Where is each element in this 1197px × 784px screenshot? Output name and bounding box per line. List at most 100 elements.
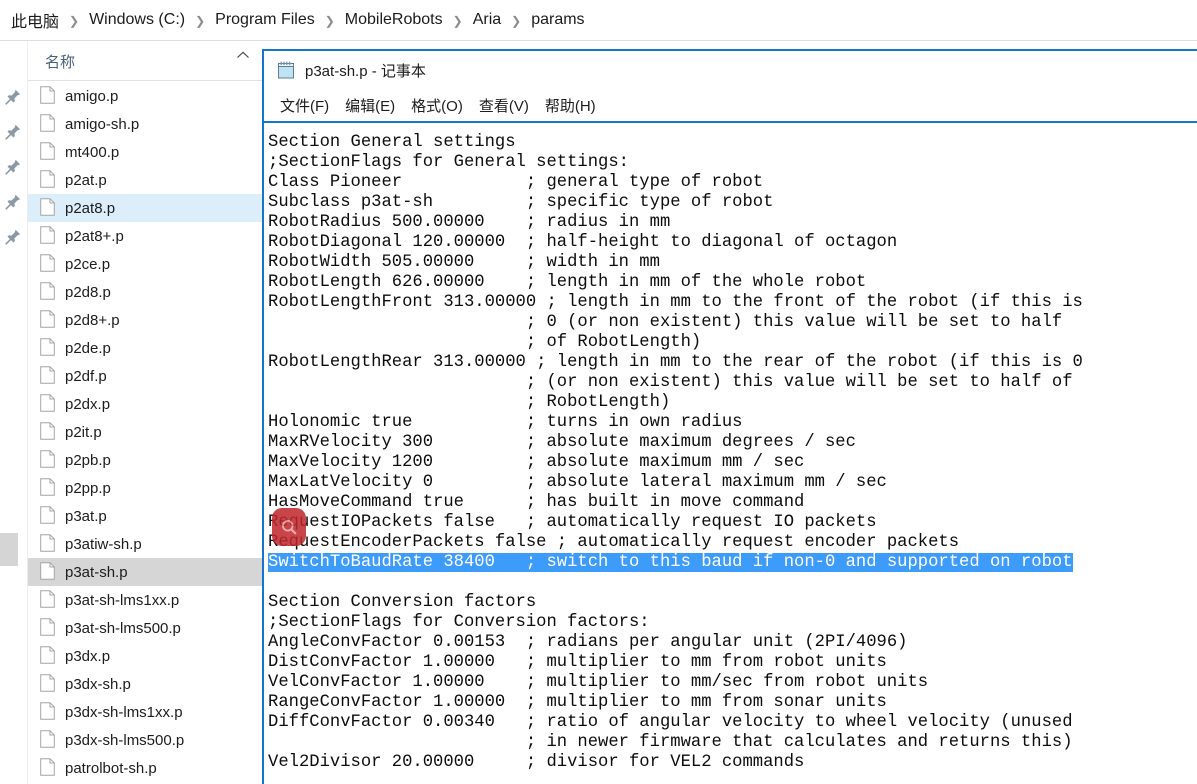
file-name-label: p3dx-sh-lms1xx.p <box>65 703 183 721</box>
file-icon <box>40 198 55 216</box>
menu-item[interactable]: 查看(V) <box>471 92 537 119</box>
file-icon <box>40 590 55 608</box>
file-name-label: p2pb.p <box>65 451 111 469</box>
file-name-label: p2d8.p <box>65 283 111 301</box>
file-name-label: p2de.p <box>65 339 111 357</box>
file-list-item[interactable]: amigo.p <box>28 82 262 110</box>
file-list-item[interactable]: p2at8.p <box>28 194 262 222</box>
file-list-item[interactable]: p2pb.p <box>28 446 262 474</box>
pin-icon[interactable] <box>4 158 22 176</box>
pin-icon[interactable] <box>4 228 22 246</box>
file-name-label: p2at8.p <box>65 199 116 217</box>
file-icon <box>40 338 55 356</box>
file-icon <box>40 86 55 104</box>
file-list-item[interactable]: p2pp.p <box>28 474 262 502</box>
file-list-item[interactable]: p3at-sh-lms1xx.p <box>28 586 262 614</box>
breadcrumb-separator-icon: ❯ <box>324 14 335 28</box>
file-icon <box>40 618 55 636</box>
column-header-name: 名称 <box>45 54 76 71</box>
selected-text-line[interactable]: SwitchToBaudRate 38400 ; switch to this … <box>268 553 1073 572</box>
pinned-items-rail <box>0 41 27 784</box>
file-name-label: mt400.p <box>65 143 120 161</box>
breadcrumb-item[interactable]: 此电脑 <box>8 6 62 34</box>
file-list-item[interactable]: p3dx-sh-lms1xx.p <box>28 698 262 726</box>
file-name-label: p2ce.p <box>65 255 111 273</box>
file-list-panel: 名称 amigo.p amigo-sh.p mt400.p p2at.p p2at8.p… <box>28 41 262 784</box>
magnifier-icon[interactable] <box>272 508 306 546</box>
file-list-item[interactable]: p2ce.p <box>28 250 262 278</box>
file-list-item[interactable]: p3at-sh.p <box>28 558 262 586</box>
breadcrumb-separator-icon: ❯ <box>195 14 206 28</box>
file-list-scrollbar-thumb[interactable] <box>0 533 18 566</box>
file-name-label: p2at8+.p <box>65 227 124 245</box>
file-list-item[interactable]: patrolbot-sh.p <box>28 754 262 782</box>
file-name-label: p3atiw-sh.p <box>65 535 142 553</box>
notepad-titlebar[interactable]: p3at-sh.p - 记事本 <box>264 51 1197 89</box>
column-header-row[interactable]: 名称 <box>28 41 262 81</box>
file-list-item[interactable]: p2d8.p <box>28 278 262 306</box>
file-list-item[interactable]: p2at8+.p <box>28 222 262 250</box>
menu-item[interactable]: 文件(F) <box>272 92 337 119</box>
menu-item[interactable]: 编辑(E) <box>337 92 403 119</box>
file-list-item[interactable]: p3at.p <box>28 502 262 530</box>
breadcrumb-item[interactable]: params <box>528 9 587 31</box>
notepad-text-area[interactable]: Section General settings ;SectionFlags f… <box>264 121 1197 784</box>
file-list[interactable]: amigo.p amigo-sh.p mt400.p p2at.p p2at8.p p2a… <box>28 82 262 784</box>
file-list-item[interactable]: p3dx-sh-lms500.p <box>28 726 262 754</box>
notepad-icon <box>276 60 296 80</box>
file-name-label: p3dx-sh.p <box>65 675 131 693</box>
file-list-item[interactable]: p2dx.p <box>28 390 262 418</box>
file-name-label: p3at.p <box>65 507 107 525</box>
breadcrumb-item[interactable]: MobileRobots <box>342 9 446 31</box>
file-name-label: p2it.p <box>65 423 102 441</box>
breadcrumb-separator-icon: ❯ <box>69 14 80 28</box>
file-list-item[interactable]: p3dx.p <box>28 642 262 670</box>
breadcrumb[interactable]: 此电脑 ❯ Windows (C:) ❯ Program Files ❯ MobileRob… <box>0 0 1197 41</box>
pin-icon[interactable] <box>4 193 22 211</box>
file-name-label: patrolbot-sh.p <box>65 759 157 777</box>
file-icon <box>40 730 55 748</box>
menu-item[interactable]: 格式(O) <box>403 92 471 119</box>
file-icon <box>40 758 55 776</box>
file-list-item[interactable]: p3at-sh-lms500.p <box>28 614 262 642</box>
file-list-item[interactable]: mt400.p <box>28 138 262 166</box>
file-icon <box>40 226 55 244</box>
file-list-item[interactable]: p2d8+.p <box>28 306 262 334</box>
file-name-label: p3dx-sh-lms500.p <box>65 731 185 749</box>
file-list-item[interactable]: p2de.p <box>28 334 262 362</box>
menu-item[interactable]: 帮助(H) <box>537 92 604 119</box>
file-icon <box>40 114 55 132</box>
file-name-label: p2d8+.p <box>65 311 120 329</box>
file-name-label: p3dx.p <box>65 647 111 665</box>
breadcrumb-item[interactable]: Aria <box>470 9 504 31</box>
file-icon <box>40 142 55 160</box>
notepad-document-text[interactable]: Section General settings ;SectionFlags f… <box>268 133 1083 773</box>
file-name-label: p3at-sh.p <box>65 563 128 581</box>
file-list-item[interactable]: p2it.p <box>28 418 262 446</box>
file-list-item[interactable]: p3dx-sh.p <box>28 670 262 698</box>
file-name-label: p2df.p <box>65 367 107 385</box>
file-name-label: amigo.p <box>65 87 119 105</box>
notepad-window: p3at-sh.p - 记事本 文件(F) 编辑(E) 格式(O) 查看(V) 帮助(H… <box>262 49 1197 784</box>
file-list-item[interactable]: p3atiw-sh.p <box>28 530 262 558</box>
file-list-item[interactable]: p2df.p <box>28 362 262 390</box>
file-icon <box>40 422 55 440</box>
file-list-item[interactable]: p2at.p <box>28 166 262 194</box>
breadcrumb-item[interactable]: Windows (C:) <box>86 9 188 31</box>
file-name-label: p2dx.p <box>65 395 111 413</box>
notepad-menubar[interactable]: 文件(F) 编辑(E) 格式(O) 查看(V) 帮助(H) <box>264 89 1197 121</box>
file-icon <box>40 282 55 300</box>
pin-icon[interactable] <box>4 88 22 106</box>
file-icon <box>40 450 55 468</box>
pin-icon[interactable] <box>4 123 22 141</box>
chevron-up-icon[interactable] <box>236 47 250 58</box>
file-icon <box>40 478 55 496</box>
file-name-label: p3at-sh-lms500.p <box>65 619 181 637</box>
file-list-item[interactable]: amigo-sh.p <box>28 110 262 138</box>
breadcrumb-item[interactable]: Program Files <box>212 9 318 31</box>
file-name-label: p2pp.p <box>65 479 111 497</box>
breadcrumb-separator-icon: ❯ <box>511 14 522 28</box>
file-icon <box>40 310 55 328</box>
file-icon <box>40 562 55 580</box>
file-icon <box>40 394 55 412</box>
